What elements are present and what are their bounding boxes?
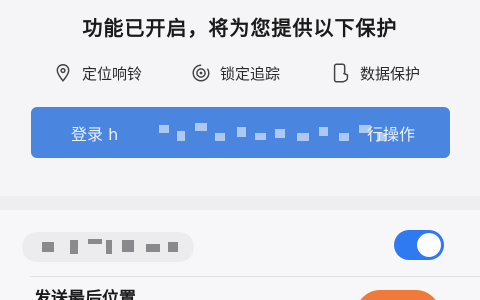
- toggle-knob: [417, 233, 441, 257]
- section-divider: [0, 196, 480, 210]
- login-button-suffix: 行操作: [367, 125, 416, 144]
- redacted-text: [151, 121, 391, 145]
- location-pin-icon: [56, 64, 70, 82]
- feature-location-ring: 定位响铃: [52, 60, 142, 86]
- phone-data-protect-icon: [333, 63, 349, 83]
- redacted-setting-label: [22, 232, 194, 262]
- send-last-location-label[interactable]: 发送最后位置: [34, 284, 136, 300]
- page-title: 功能已开启，将为您提供以下保护: [82, 16, 398, 40]
- feature-data-protect: 数据保护: [330, 60, 420, 86]
- feature-label: 数据保护: [360, 64, 421, 83]
- feature-label: 定位响铃: [82, 64, 143, 83]
- login-button[interactable]: 登录 h 行操作: [31, 107, 450, 158]
- feature-list: 定位响铃 锁定追踪 数据保护: [0, 60, 480, 86]
- feature-lock-track: 锁定追踪: [190, 60, 280, 86]
- row-divider: [30, 276, 480, 277]
- feature-label: 锁定追踪: [220, 64, 281, 83]
- settings-toggle[interactable]: [394, 230, 444, 260]
- login-button-prefix: 登录 h: [71, 125, 119, 144]
- lock-tracking-icon: [192, 64, 210, 82]
- protection-card: 功能已开启，将为您提供以下保护 定位响铃 锁定追踪 数据保护 登录 h 行操作: [0, 0, 480, 200]
